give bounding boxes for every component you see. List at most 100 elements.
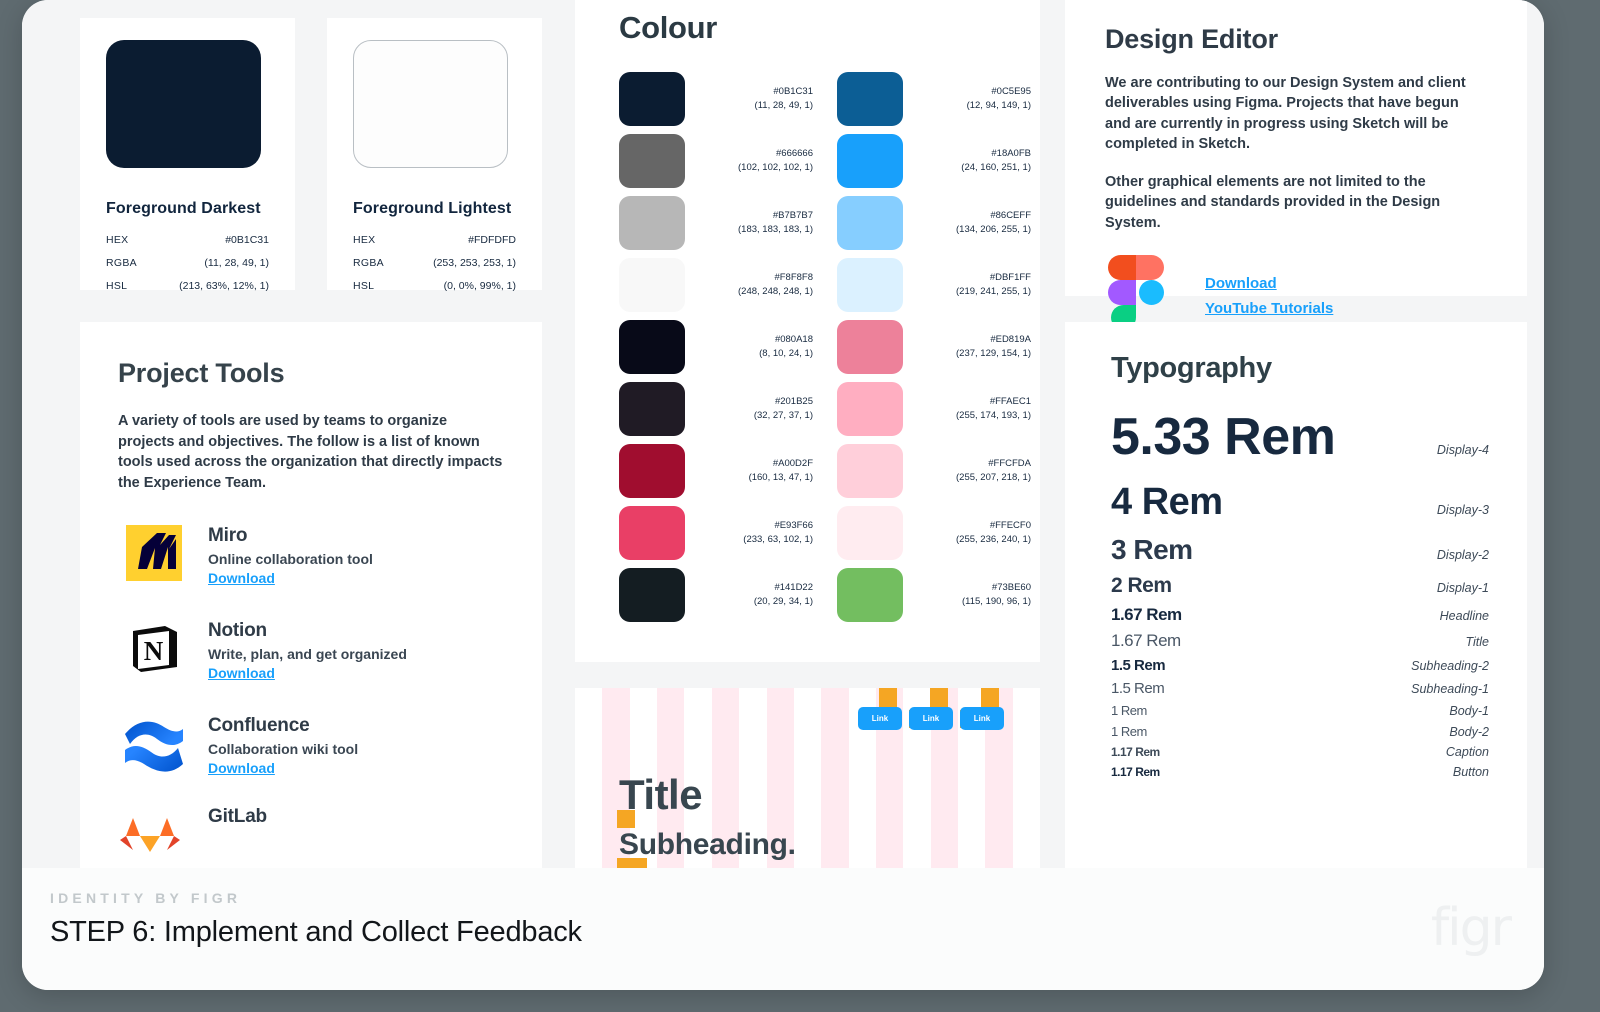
download-link-notion[interactable]: Download	[208, 665, 275, 681]
colour-swatch-meta: #201B25 (32, 27, 37, 1)	[685, 395, 815, 423]
colour-swatch-row: #DBF1FF (219, 241, 255, 1)	[837, 254, 1033, 316]
colour-swatch	[619, 134, 685, 188]
download-link-miro[interactable]: Download	[208, 570, 275, 586]
tool-item-notion[interactable]: N Notion Write, plan, and get organized …	[118, 618, 504, 683]
colour-swatch-row: #A00D2F (160, 13, 47, 1)	[619, 440, 815, 502]
project-tools-body: A variety of tools are used by teams to …	[118, 413, 503, 491]
typography-label: Display-2	[1436, 548, 1489, 562]
colour-swatch-meta: #FFCFDA (255, 207, 218, 1)	[903, 457, 1033, 485]
spec-key: RGBA	[353, 257, 384, 269]
link-button[interactable]: Link	[858, 707, 902, 730]
spec-key: HSL	[106, 280, 128, 292]
download-link[interactable]: Download	[1205, 275, 1333, 292]
colour-swatch-row: #080A18 (8, 10, 24, 1)	[619, 316, 815, 378]
typography-row: 1 Rem Body-2	[1111, 724, 1489, 739]
typography-row: 2 Rem Display-1	[1111, 574, 1489, 598]
colour-swatch	[619, 506, 685, 560]
colour-swatch-meta: #E93F66 (233, 63, 102, 1)	[685, 519, 815, 547]
colour-hex: #080A18	[774, 334, 813, 346]
typography-size: 3 Rem	[1111, 534, 1193, 565]
colour-swatch-meta: #F8F8F8 (248, 248, 248, 1)	[685, 271, 815, 299]
colour-rgba: (248, 248, 248, 1)	[738, 286, 813, 297]
footer-eyebrow: IDENTITY BY FIGR	[50, 890, 242, 906]
tool-text: GitLab	[208, 804, 267, 828]
colour-rgba: (24, 160, 251, 1)	[961, 162, 1031, 173]
spec-row: HEX #0B1C31	[106, 234, 269, 246]
tool-item-confluence[interactable]: Confluence Collaboration wiki tool Downl…	[118, 713, 504, 778]
spec-row: RGBA (11, 28, 49, 1)	[106, 257, 269, 269]
presentation-slide: Foreground Darkest HEX #0B1C31 RGBA (11,…	[22, 0, 1544, 990]
colour-swatch	[837, 444, 903, 498]
link-button[interactable]: Link	[909, 707, 953, 730]
colour-rgba: (20, 29, 34, 1)	[753, 596, 813, 607]
typography-label: Subheading-2	[1411, 659, 1489, 673]
typography-size: 4 Rem	[1111, 481, 1223, 523]
colour-hex: #201B25	[774, 396, 813, 408]
colour-swatch-row: #0C5E95 (12, 94, 149, 1)	[837, 68, 1033, 130]
colour-swatch-meta: #ED819A (237, 129, 154, 1)	[903, 333, 1033, 361]
colour-heading: Colour	[619, 10, 718, 45]
foreground-darkest-swatch	[106, 40, 261, 168]
colour-swatch-row: #E93F66 (233, 63, 102, 1)	[619, 502, 815, 564]
colour-swatch-meta: #666666 (102, 102, 102, 1)	[685, 147, 815, 175]
colour-swatch	[837, 258, 903, 312]
spec-row: HEX #FDFDFD	[353, 234, 516, 246]
typography-label: Button	[1452, 765, 1489, 779]
typography-size: 2 Rem	[1111, 574, 1172, 597]
colour-rgba: (255, 207, 218, 1)	[956, 472, 1031, 483]
typography-size: 1.67 Rem	[1111, 605, 1182, 624]
colour-swatch-meta: #080A18 (8, 10, 24, 1)	[685, 333, 815, 361]
project-tools-heading: Project Tools	[118, 358, 285, 388]
colour-swatch-row: #FFECF0 (255, 236, 240, 1)	[837, 502, 1033, 564]
colour-hex: #B7B7B7	[772, 210, 813, 222]
colour-hex: #FFAEC1	[989, 396, 1031, 408]
typography-label: Caption	[1445, 745, 1489, 759]
typography-label: Display-4	[1436, 443, 1489, 457]
colour-rgba: (12, 94, 149, 1)	[966, 100, 1031, 111]
colour-swatch	[619, 444, 685, 498]
colour-swatch	[837, 382, 903, 436]
typography-label: Title	[1465, 635, 1489, 649]
typography-size: 1.5 Rem	[1111, 657, 1166, 674]
youtube-tutorials-link[interactable]: YouTube Tutorials	[1205, 300, 1333, 317]
svg-text:N: N	[144, 636, 164, 666]
colour-hex: #0C5E95	[991, 86, 1031, 98]
foreground-lightest-card: Foreground Lightest HEX #FDFDFD RGBA (25…	[327, 18, 542, 292]
download-link-confluence[interactable]: Download	[208, 760, 275, 776]
foreground-darkest-title: Foreground Darkest	[106, 200, 261, 217]
colour-rgba: (102, 102, 102, 1)	[738, 162, 813, 173]
typography-row: 3 Rem Display-2	[1111, 534, 1489, 566]
link-button[interactable]: Link	[960, 707, 1004, 730]
colour-rgba: (183, 183, 183, 1)	[738, 224, 813, 235]
colour-rgba: (115, 190, 96, 1)	[961, 596, 1031, 607]
typography-size: 5.33 Rem	[1111, 408, 1336, 466]
colour-swatch-meta: #DBF1FF (219, 241, 255, 1)	[903, 271, 1033, 299]
design-editor-heading: Design Editor	[1105, 24, 1278, 54]
colour-swatch-meta: #0C5E95 (12, 94, 149, 1)	[903, 85, 1033, 113]
colour-swatch-row: #0B1C31 (11, 28, 49, 1)	[619, 68, 815, 130]
design-editor-paragraph-1: We are contributing to our Design System…	[1105, 75, 1466, 152]
colour-rgba: (219, 241, 255, 1)	[956, 286, 1031, 297]
typography-size: 1.5 Rem	[1111, 680, 1165, 697]
colour-swatch-row: #201B25 (32, 27, 37, 1)	[619, 378, 815, 440]
tool-text: Notion Write, plan, and get organized Do…	[208, 618, 407, 683]
colour-swatch	[837, 72, 903, 126]
colour-swatch-row: #ED819A (237, 129, 154, 1)	[837, 316, 1033, 378]
colour-hex: #73BE60	[991, 582, 1031, 594]
colour-hex: #FFECF0	[989, 520, 1031, 532]
colour-swatch-meta: #86CEFF (134, 206, 255, 1)	[903, 209, 1033, 237]
tool-item-miro[interactable]: Miro Online collaboration tool Download	[118, 523, 504, 588]
spec-key: RGBA	[106, 257, 137, 269]
colour-swatch	[837, 568, 903, 622]
spec-value: (253, 253, 253, 1)	[433, 257, 516, 269]
colour-swatch	[619, 568, 685, 622]
tool-item-gitlab[interactable]: GitLab	[118, 804, 504, 864]
grid-column	[821, 688, 849, 868]
spec-value: (11, 28, 49, 1)	[204, 257, 269, 269]
typography-scale-list: 5.33 Rem Display-4 4 Rem Display-3 3 Rem Disp…	[1111, 407, 1489, 779]
foreground-lightest-title: Foreground Lightest	[353, 200, 512, 217]
typography-row: 1.67 Rem Headline	[1111, 605, 1489, 625]
colour-hex: #18A0FB	[991, 148, 1031, 160]
colour-rgba: (233, 63, 102, 1)	[743, 534, 813, 545]
spec-value: #FDFDFD	[468, 234, 516, 246]
